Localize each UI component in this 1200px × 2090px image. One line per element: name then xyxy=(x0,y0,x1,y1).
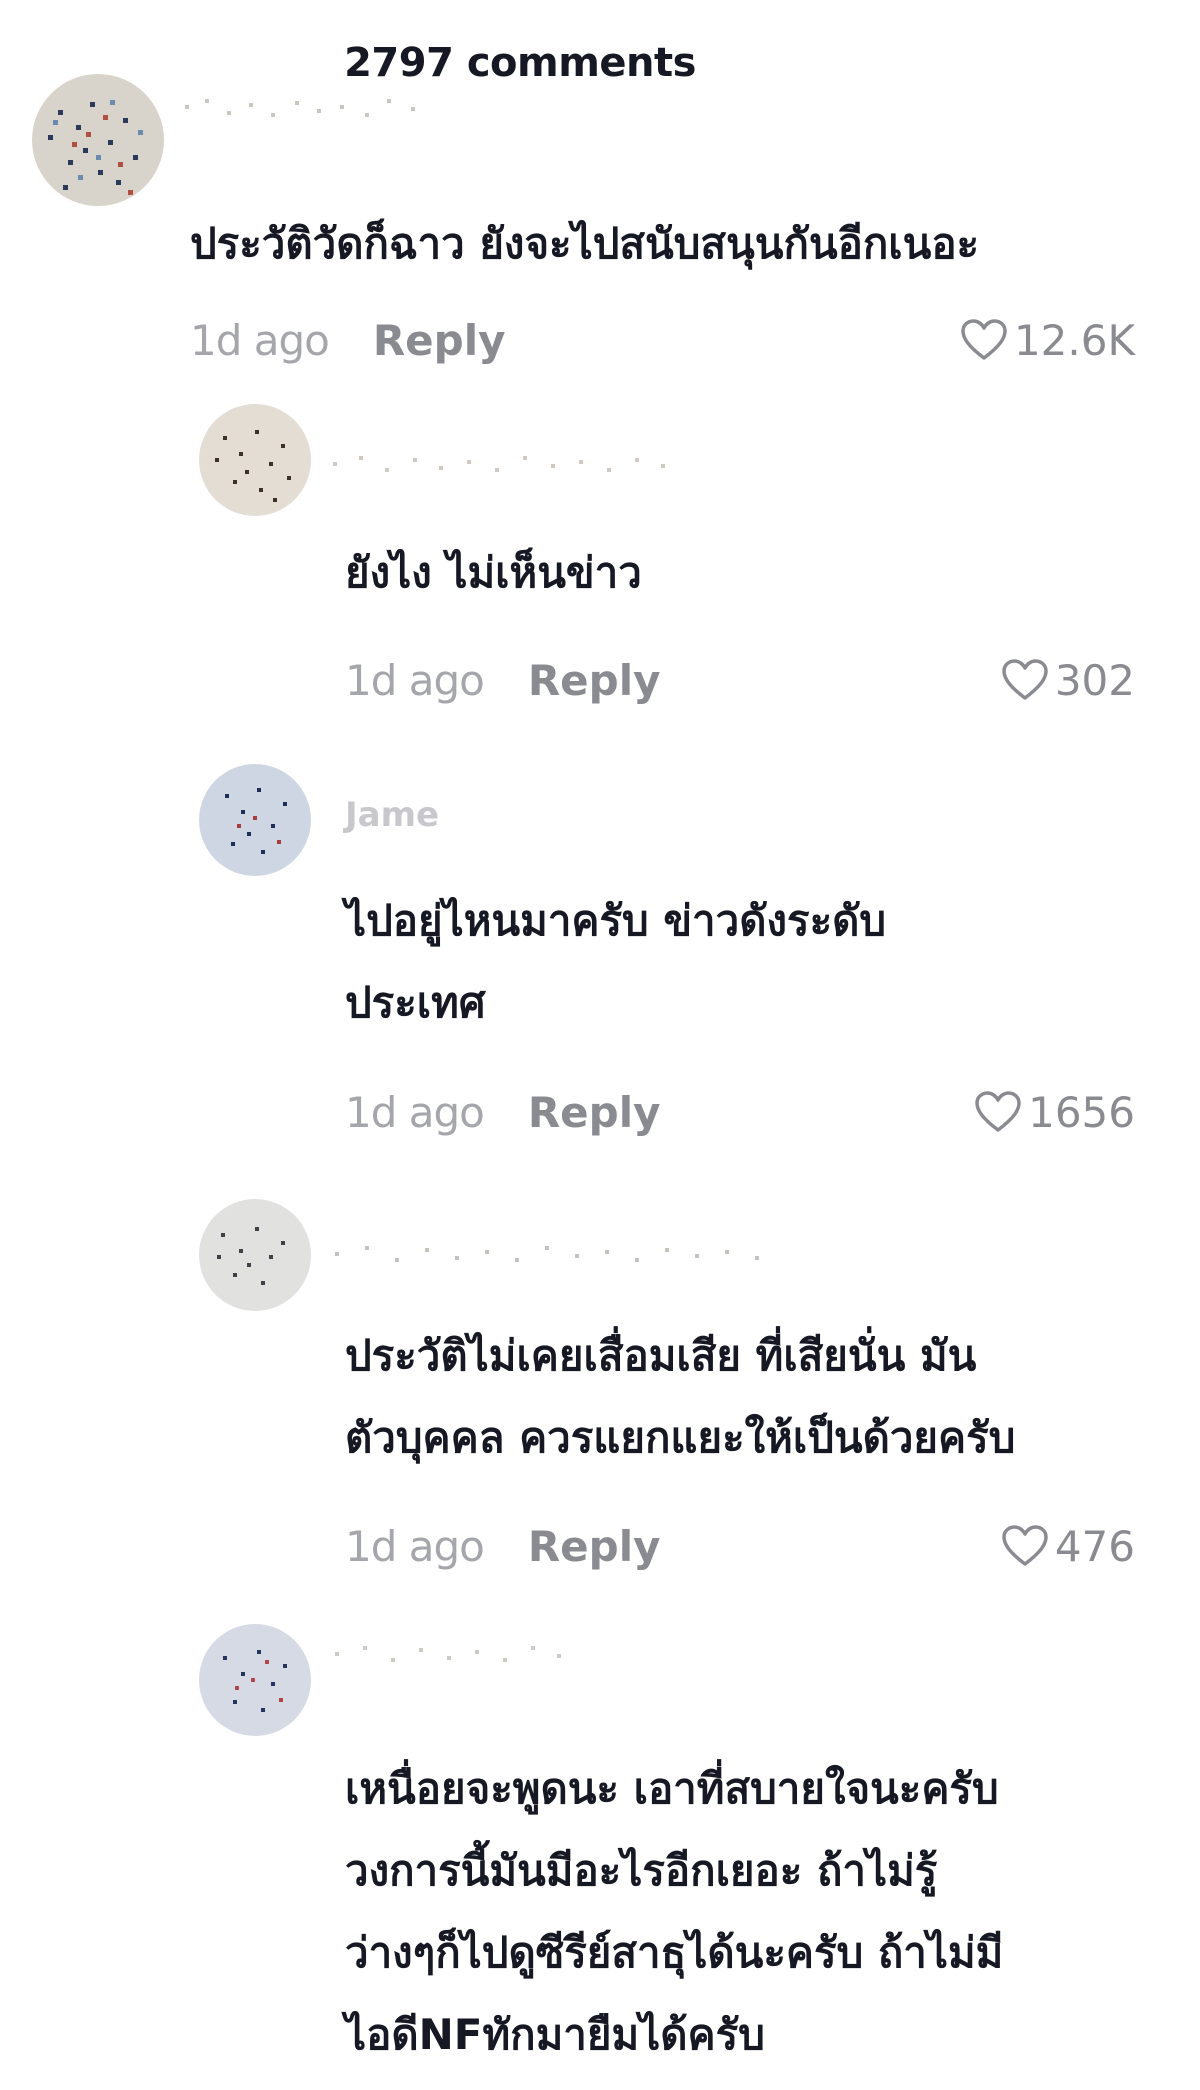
username-obscured xyxy=(335,1646,561,1662)
reply-button[interactable]: Reply xyxy=(373,316,506,365)
heart-outline-icon xyxy=(1002,1525,1048,1566)
reply-button[interactable]: Reply xyxy=(528,656,661,705)
comment-meta: 1d ago Reply xyxy=(345,1518,661,1574)
username[interactable]: Jame xyxy=(345,795,439,835)
heart-outline-icon xyxy=(975,1091,1021,1132)
heart-outline-icon xyxy=(1002,659,1048,700)
pixelated-avatar-icon xyxy=(199,764,311,876)
avatar[interactable] xyxy=(28,70,168,210)
username-obscured xyxy=(335,1246,759,1262)
like-count: 12.6K xyxy=(1013,315,1135,365)
like-button[interactable]: 302 xyxy=(900,652,1135,708)
avatar[interactable] xyxy=(195,1620,315,1740)
pixelated-avatar-icon xyxy=(199,404,311,516)
username-obscured xyxy=(333,456,665,472)
reply-button[interactable]: Reply xyxy=(528,1088,661,1137)
comment-time: 1d ago xyxy=(345,1521,485,1571)
like-button[interactable]: 12.6K xyxy=(900,312,1135,368)
comment-meta: 1d ago Reply xyxy=(345,652,661,708)
comment-meta: 1d ago Reply xyxy=(190,312,506,368)
like-count: 476 xyxy=(1054,1521,1135,1571)
like-count: 302 xyxy=(1054,655,1135,705)
reply-button[interactable]: Reply xyxy=(528,1522,661,1571)
comment-meta: 1d ago Reply xyxy=(345,1084,661,1140)
comment-text: เหนื่อยจะพูดนะ เอาที่สบายใจนะครับ วงการน… xyxy=(345,1764,1004,2059)
pixelated-avatar-icon xyxy=(199,1624,311,1736)
pixelated-avatar-icon xyxy=(32,74,164,206)
avatar[interactable] xyxy=(195,400,315,520)
heart-outline-icon xyxy=(961,319,1007,360)
like-button[interactable]: 476 xyxy=(900,1518,1135,1574)
like-button[interactable]: 1656 xyxy=(900,1084,1135,1140)
comment-time: 1d ago xyxy=(345,1087,485,1137)
comment-text: ประวัติไม่เคยเสื่อมเสีย ที่เสียนั่น มัน … xyxy=(345,1331,1016,1462)
pixelated-avatar-icon xyxy=(199,1199,311,1311)
comment-time: 1d ago xyxy=(345,655,485,705)
comment-text: ไปอยู่ไหนมาครับ ข่าวดังระดับ ประเทศ xyxy=(345,896,887,1027)
comment-text: ประวัติวัดก็ฉาว ยังจะไปสนับสนุนกันอีกเนอ… xyxy=(190,219,980,268)
comment-text: ยังไง ไม่เห็นข่าว xyxy=(345,548,642,597)
avatar[interactable] xyxy=(195,760,315,880)
username-obscured xyxy=(185,99,415,117)
like-count: 1656 xyxy=(1028,1087,1135,1137)
comment-time: 1d ago xyxy=(190,315,330,365)
avatar[interactable] xyxy=(195,1195,315,1315)
